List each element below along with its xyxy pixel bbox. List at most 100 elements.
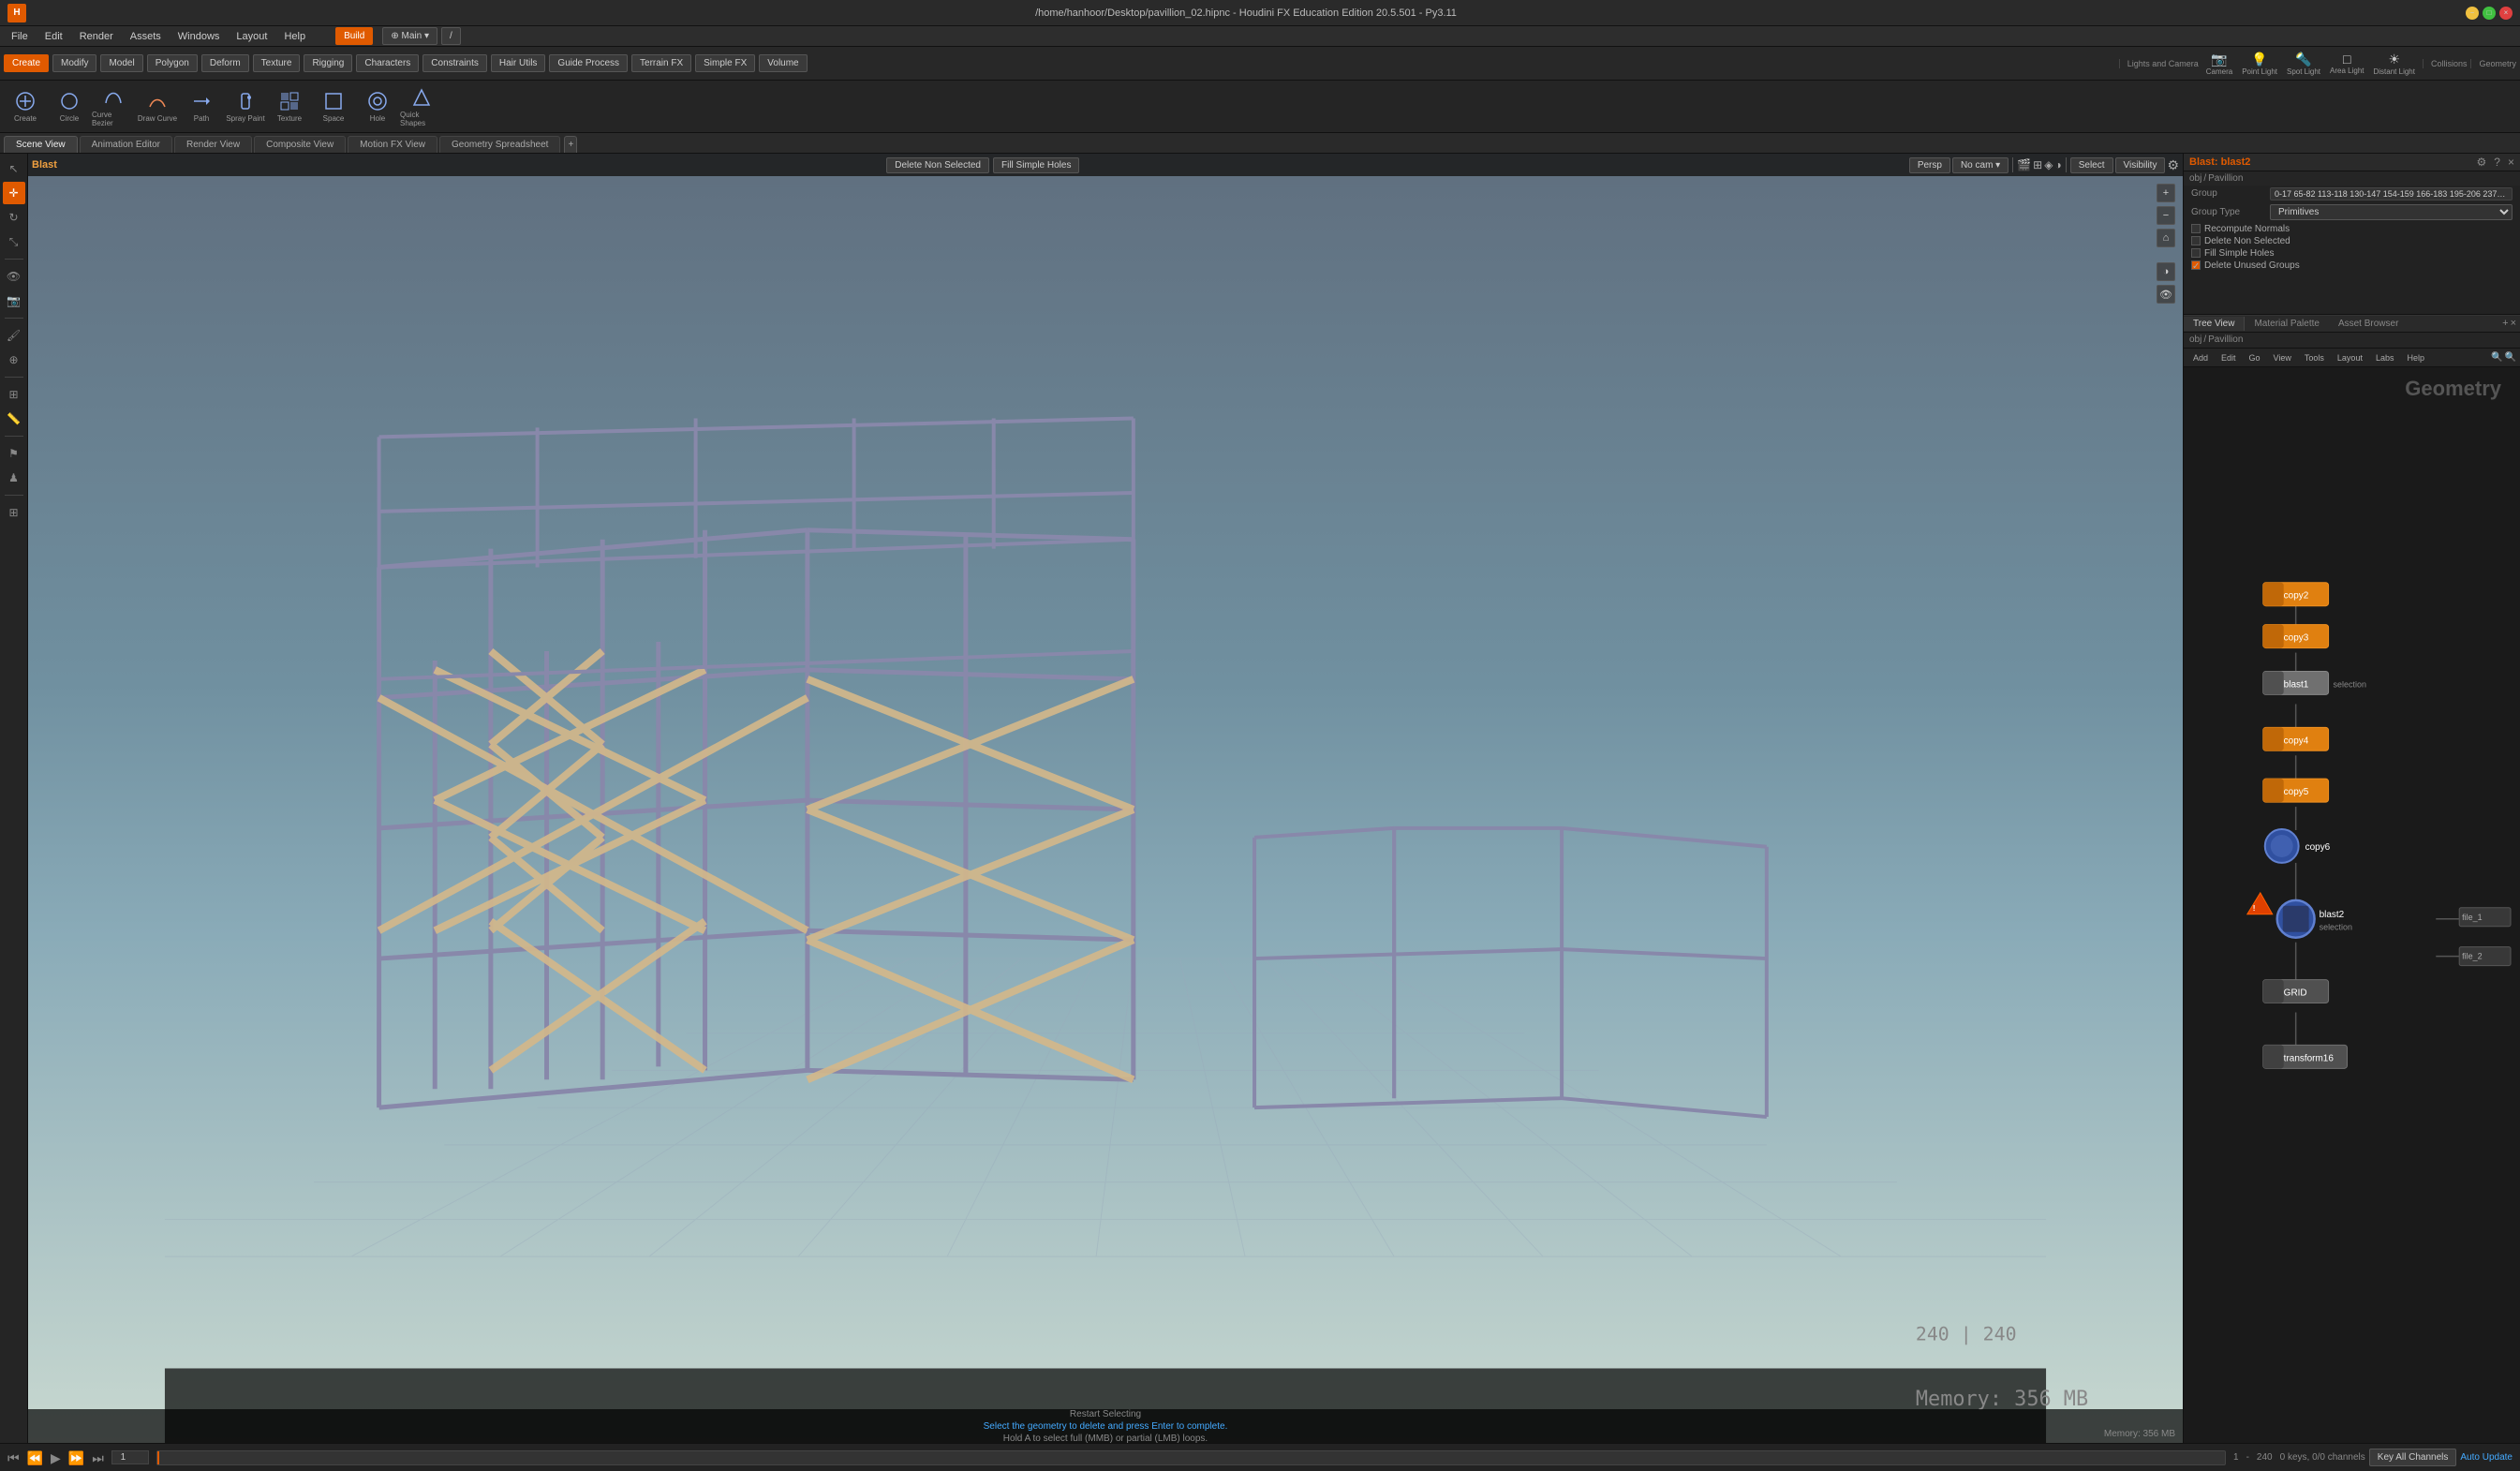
- tool-display-options[interactable]: ⊞: [3, 501, 25, 524]
- tab-geometry-spreadsheet[interactable]: Geometry Spreadsheet: [439, 136, 560, 153]
- node-copy3[interactable]: copy3: [2263, 625, 2329, 648]
- simplefx-tab[interactable]: Simple FX: [695, 54, 755, 72]
- point-light-shelf[interactable]: 💡 Point Light: [2238, 51, 2281, 77]
- net-zoom-in-icon[interactable]: 🔍: [2491, 352, 2502, 363]
- tool-snap[interactable]: ⊞: [3, 383, 25, 406]
- net-labs-btn[interactable]: Labs: [2370, 351, 2400, 364]
- area-light-shelf[interactable]: □ Area Light: [2326, 51, 2367, 76]
- net-add-btn[interactable]: Add: [2187, 351, 2214, 364]
- menu-help[interactable]: Help: [276, 29, 313, 44]
- vp-zoom-out[interactable]: −: [2157, 206, 2175, 225]
- shelf-quick-shapes-icon[interactable]: Quick Shapes: [400, 84, 443, 129]
- shelf-curve-bezier-icon[interactable]: Curve Bezier: [92, 84, 135, 129]
- model-tab[interactable]: Model: [100, 54, 142, 72]
- node-side-1[interactable]: file_1: [2459, 908, 2511, 927]
- deform-tab[interactable]: Deform: [201, 54, 249, 72]
- shelf-hole-icon[interactable]: Hole: [356, 84, 399, 129]
- persp-dropdown[interactable]: Persp: [1909, 157, 1950, 173]
- menu-edit[interactable]: Edit: [37, 29, 70, 44]
- tree-view-tab[interactable]: Tree View: [2184, 317, 2245, 331]
- visibility-dropdown[interactable]: Visibility: [2115, 157, 2166, 173]
- node-transform16[interactable]: transform16: [2263, 1046, 2348, 1069]
- timeline-end-btn[interactable]: ⏭: [92, 1451, 104, 1464]
- prop-breadcrumb-pavillione[interactable]: Pavillion: [2208, 173, 2243, 184]
- hairutils-tab[interactable]: Hair Utils: [491, 54, 546, 72]
- network-path[interactable]: /: [441, 27, 461, 45]
- properties-settings-icon[interactable]: ⚙: [2477, 156, 2487, 169]
- volume-tab[interactable]: Volume: [759, 54, 807, 72]
- fill-simple-holes-checkbox[interactable]: [2191, 248, 2201, 258]
- tab-animation-editor[interactable]: Animation Editor: [80, 136, 172, 153]
- terrainfx-tab[interactable]: Terrain FX: [631, 54, 691, 72]
- node-copy2[interactable]: copy2: [2263, 583, 2329, 606]
- node-grid[interactable]: GRID: [2263, 980, 2329, 1003]
- timeline-next-btn[interactable]: ⏩: [68, 1451, 84, 1464]
- spot-light-shelf[interactable]: 🔦 Spot Light: [2283, 51, 2324, 77]
- net-help-btn[interactable]: Help: [2401, 351, 2430, 364]
- node-graph[interactable]: Geometry: [2184, 367, 2520, 1443]
- viewport-3d-canvas[interactable]: Memory: 356 MB 240 | 240 Restart Selecti…: [28, 176, 2183, 1443]
- tool-transform[interactable]: ✛: [3, 182, 25, 204]
- key-all-channels-btn[interactable]: Key All Channels: [2369, 1449, 2457, 1466]
- timeline-start-btn[interactable]: ⏮: [7, 1451, 20, 1464]
- delete-non-selected-checkbox[interactable]: [2191, 236, 2201, 245]
- prop-breadcrumb-obj[interactable]: obj: [2189, 173, 2201, 184]
- net-zoom-out-icon[interactable]: 🔍: [2505, 352, 2516, 363]
- vp-display-toggle[interactable]: ◑: [2157, 262, 2175, 281]
- modify-tab[interactable]: Modify: [52, 54, 96, 72]
- properties-help-icon[interactable]: ?: [2494, 156, 2500, 169]
- tool-view[interactable]: 👁: [3, 265, 25, 288]
- tool-paint[interactable]: 🖌: [3, 324, 25, 347]
- net-layout-btn[interactable]: Layout: [2332, 351, 2368, 364]
- minimize-button[interactable]: −: [2466, 7, 2479, 20]
- close-button[interactable]: ×: [2499, 7, 2513, 20]
- guideprocess-tab[interactable]: Guide Process: [549, 54, 628, 72]
- characters-tab[interactable]: Characters: [356, 54, 419, 72]
- tool-camera[interactable]: 📷: [3, 290, 25, 312]
- viewport-shading-icon[interactable]: ◑: [2054, 158, 2061, 171]
- shelf-draw-curve-icon[interactable]: Draw Curve: [136, 84, 179, 129]
- tab-motion-fx[interactable]: Motion FX View: [348, 136, 437, 153]
- network-add-tab-icon[interactable]: +: [2502, 318, 2508, 329]
- viewport-render-icon[interactable]: 🎬: [2017, 158, 2031, 171]
- shelf-spray-paint-icon[interactable]: Spray Paint: [224, 84, 267, 129]
- network-breadcrumb-obj[interactable]: obj: [2189, 334, 2201, 345]
- node-blast2-active[interactable]: ! blast2 selection: [2247, 893, 2352, 938]
- net-edit-btn[interactable]: Edit: [2216, 351, 2242, 364]
- tool-handle[interactable]: ⊕: [3, 349, 25, 371]
- tab-scene-view[interactable]: Scene View: [4, 136, 78, 153]
- tool-flag[interactable]: ⚑: [3, 442, 25, 465]
- properties-close-icon[interactable]: ×: [2508, 156, 2514, 169]
- vp-ghost-toggle[interactable]: 👁: [2157, 285, 2175, 304]
- recompute-normals-checkbox[interactable]: [2191, 224, 2201, 233]
- menu-assets[interactable]: Assets: [123, 29, 169, 44]
- material-palette-tab[interactable]: Material Palette: [2245, 317, 2328, 331]
- tool-scale[interactable]: ⤡: [3, 230, 25, 253]
- distant-light-shelf[interactable]: ☀ Distant Light: [2370, 51, 2419, 77]
- tab-render-view[interactable]: Render View: [174, 136, 252, 153]
- node-copy5[interactable]: copy5: [2263, 780, 2329, 803]
- node-blast1[interactable]: blast1 selection: [2263, 672, 2366, 695]
- menu-layout[interactable]: Layout: [229, 29, 274, 44]
- viewport-grid-icon[interactable]: ⊞: [2033, 158, 2042, 171]
- constraints-tab[interactable]: Constraints: [422, 54, 487, 72]
- shelf-space-icon[interactable]: Space: [312, 84, 355, 129]
- maximize-button[interactable]: □: [2483, 7, 2496, 20]
- no-cam-dropdown[interactable]: No cam ▾: [1952, 157, 2009, 173]
- select-dropdown[interactable]: Select: [2070, 157, 2113, 173]
- polygon-tab[interactable]: Polygon: [147, 54, 198, 72]
- vp-zoom-in[interactable]: +: [2157, 184, 2175, 202]
- tab-composite-view[interactable]: Composite View: [254, 136, 346, 153]
- timeline-prev-btn[interactable]: ⏪: [27, 1451, 43, 1464]
- net-view-btn[interactable]: View: [2268, 351, 2297, 364]
- node-copy6[interactable]: copy6: [2265, 829, 2331, 863]
- network-close-icon[interactable]: ×: [2511, 318, 2516, 329]
- timeline-track[interactable]: [156, 1450, 2226, 1465]
- menu-file[interactable]: File: [4, 29, 36, 44]
- tool-rotate[interactable]: ↻: [3, 206, 25, 229]
- tool-measure[interactable]: 📏: [3, 408, 25, 430]
- asset-browser-tab[interactable]: Asset Browser: [2329, 317, 2408, 331]
- node-copy4[interactable]: copy4: [2263, 728, 2329, 751]
- delete-non-selected-btn[interactable]: Delete Non Selected: [886, 157, 989, 173]
- network-breadcrumb-pavillion[interactable]: Pavillion: [2208, 334, 2243, 345]
